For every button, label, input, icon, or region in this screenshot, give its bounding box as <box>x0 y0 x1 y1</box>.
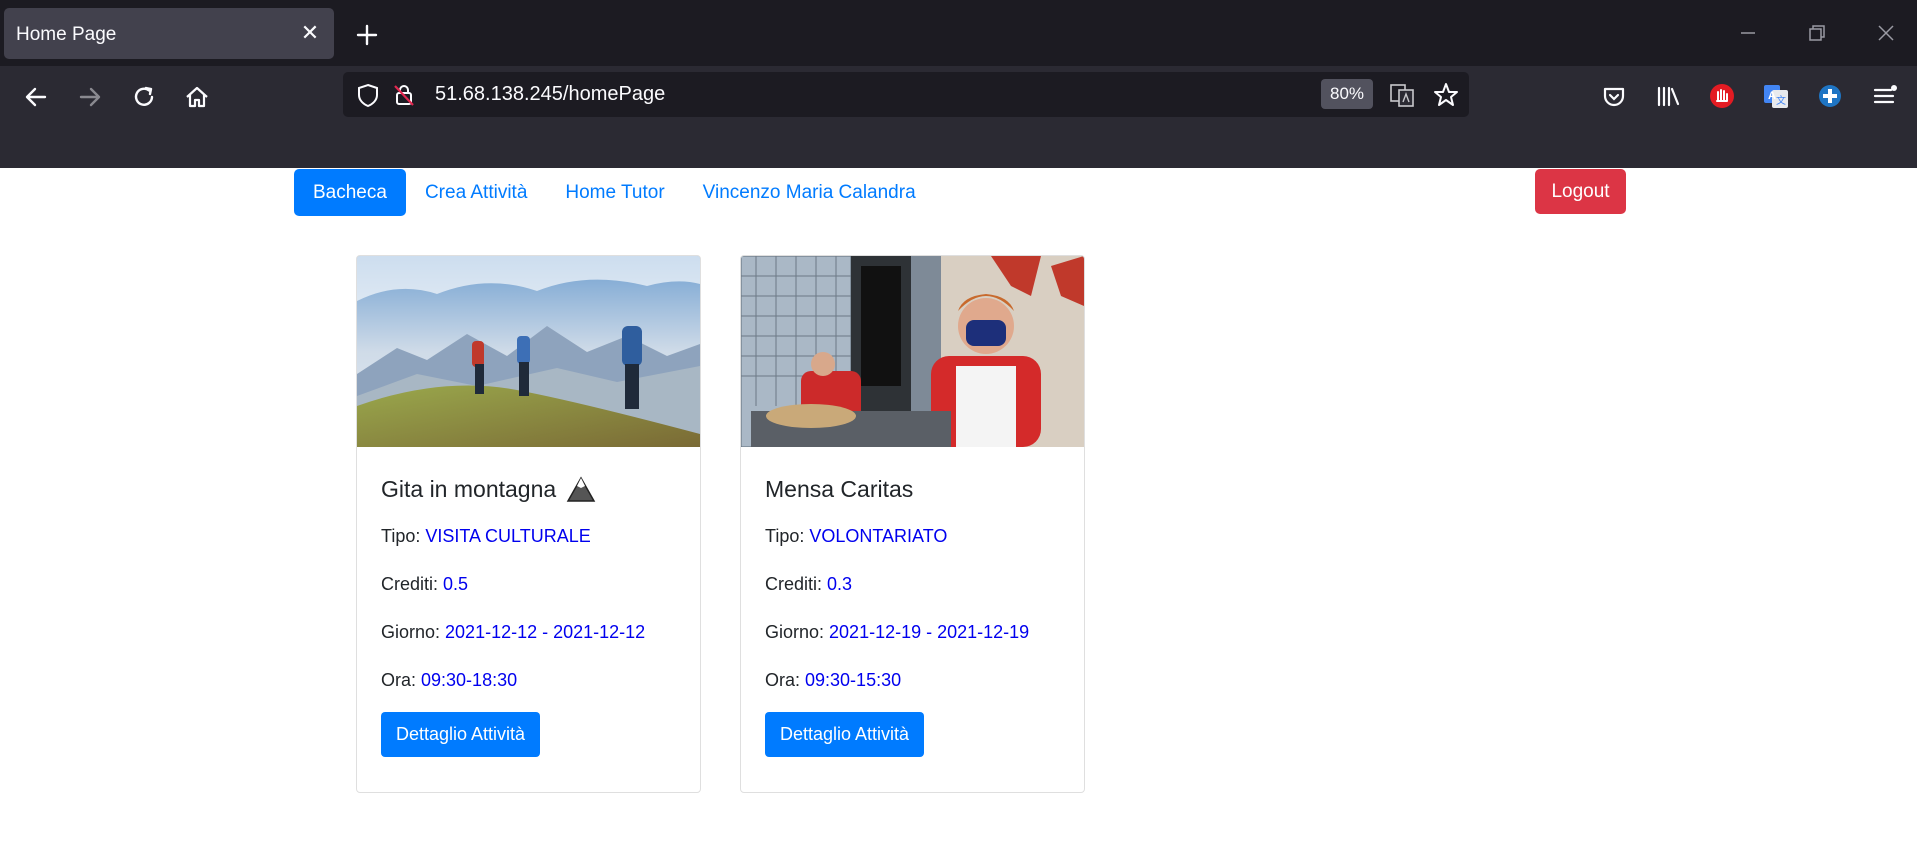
ora-label: Ora: <box>765 670 806 690</box>
giorno-value: 2021-12-19 - 2021-12-19 <box>829 622 1030 642</box>
back-icon[interactable] <box>19 80 53 114</box>
card-body: Mensa Caritas Tipo: VOLONTARIATO Crediti… <box>765 447 1064 757</box>
card-giorno: Giorno: 2021-12-12 - 2021-12-12 <box>381 617 680 648</box>
reload-icon[interactable] <box>127 80 161 114</box>
card-title: Gita in montagna <box>381 474 680 504</box>
crediti-value: 0.3 <box>827 574 853 594</box>
extension-cross-icon[interactable] <box>1814 80 1846 112</box>
detail-button[interactable]: Dettaglio Attività <box>381 712 541 757</box>
card-ora: Ora: 09:30-18:30 <box>381 665 680 696</box>
nav-crea-attivita[interactable]: Crea Attività <box>406 169 546 216</box>
ora-label: Ora: <box>381 670 422 690</box>
insecure-lock-icon[interactable] <box>389 80 419 110</box>
tipo-value: VISITA CULTURALE <box>425 526 591 546</box>
tab-title: Home Page <box>16 24 117 45</box>
tipo-label: Tipo: <box>765 526 810 546</box>
giorno-label: Giorno: <box>765 622 830 642</box>
ora-value: 09:30-15:30 <box>805 670 902 690</box>
google-translate-icon[interactable]: A 文 <box>1760 80 1792 112</box>
card-giorno: Giorno: 2021-12-19 - 2021-12-19 <box>765 617 1064 648</box>
mountain-icon <box>566 476 596 502</box>
forward-icon[interactable] <box>73 80 107 114</box>
card-crediti: Crediti: 0.5 <box>381 569 680 600</box>
browser-chrome: Home Page ✕ 51.68.138.245/homePage 80% A… <box>0 0 1917 168</box>
restore-icon[interactable] <box>1802 18 1832 48</box>
zoom-badge[interactable]: 80% <box>1321 79 1373 109</box>
translate-icon[interactable] <box>1387 80 1417 110</box>
crediti-label: Crediti: <box>381 574 444 594</box>
detail-button[interactable]: Dettaglio Attività <box>765 712 925 757</box>
menu-icon[interactable] <box>1868 80 1900 112</box>
svg-text:A: A <box>1768 90 1776 102</box>
new-tab-icon[interactable] <box>352 20 382 50</box>
home-icon[interactable] <box>180 80 214 114</box>
caritas-volunteer-image <box>741 256 1084 447</box>
tipo-value: VOLONTARIATO <box>809 526 948 546</box>
close-window-icon[interactable] <box>1871 18 1901 48</box>
browser-toolbar: 51.68.138.245/homePage 80% A 文 <box>0 66 1917 168</box>
svg-text:文: 文 <box>1776 94 1786 107</box>
shield-icon[interactable] <box>353 80 383 110</box>
nav-home-tutor[interactable]: Home Tutor <box>546 169 683 216</box>
ora-value: 09:30-18:30 <box>421 670 518 690</box>
ublock-icon[interactable] <box>1706 80 1738 112</box>
url-bar[interactable]: 51.68.138.245/homePage 80% <box>343 72 1469 117</box>
activity-card: Gita in montagna Tipo: VISITA CULTURALE … <box>356 255 701 793</box>
close-tab-icon[interactable]: ✕ <box>298 21 322 45</box>
minimize-icon[interactable] <box>1733 18 1763 48</box>
logout-button[interactable]: Logout <box>1535 169 1626 214</box>
browser-tab[interactable]: Home Page ✕ <box>4 8 334 59</box>
tab-strip: Home Page ✕ <box>0 0 1917 66</box>
card-title-text: Mensa Caritas <box>765 476 914 502</box>
page-content: Bacheca Crea Attività Home Tutor Vincenz… <box>0 168 1917 854</box>
card-title-text: Gita in montagna <box>381 476 557 502</box>
tipo-label: Tipo: <box>381 526 426 546</box>
card-title: Mensa Caritas <box>765 474 1064 504</box>
crediti-value: 0.5 <box>443 574 469 594</box>
nav-user-profile[interactable]: Vincenzo Maria Calandra <box>684 169 935 216</box>
url-text[interactable]: 51.68.138.245/homePage <box>435 83 665 106</box>
card-body: Gita in montagna Tipo: VISITA CULTURALE … <box>381 447 680 757</box>
hiking-mountain-image <box>357 256 700 447</box>
activity-card: Mensa Caritas Tipo: VOLONTARIATO Crediti… <box>740 255 1085 793</box>
giorno-value: 2021-12-12 - 2021-12-12 <box>445 622 646 642</box>
card-crediti: Crediti: 0.3 <box>765 569 1064 600</box>
card-tipo: Tipo: VISITA CULTURALE <box>381 521 680 552</box>
nav-bacheca[interactable]: Bacheca <box>294 169 406 216</box>
library-icon[interactable] <box>1652 80 1684 112</box>
pocket-icon[interactable] <box>1598 80 1630 112</box>
bookmark-star-icon[interactable] <box>1431 80 1461 110</box>
giorno-label: Giorno: <box>381 622 446 642</box>
site-navbar: Bacheca Crea Attività Home Tutor Vincenz… <box>294 169 935 216</box>
card-tipo: Tipo: VOLONTARIATO <box>765 521 1064 552</box>
card-ora: Ora: 09:30-15:30 <box>765 665 1064 696</box>
crediti-label: Crediti: <box>765 574 828 594</box>
